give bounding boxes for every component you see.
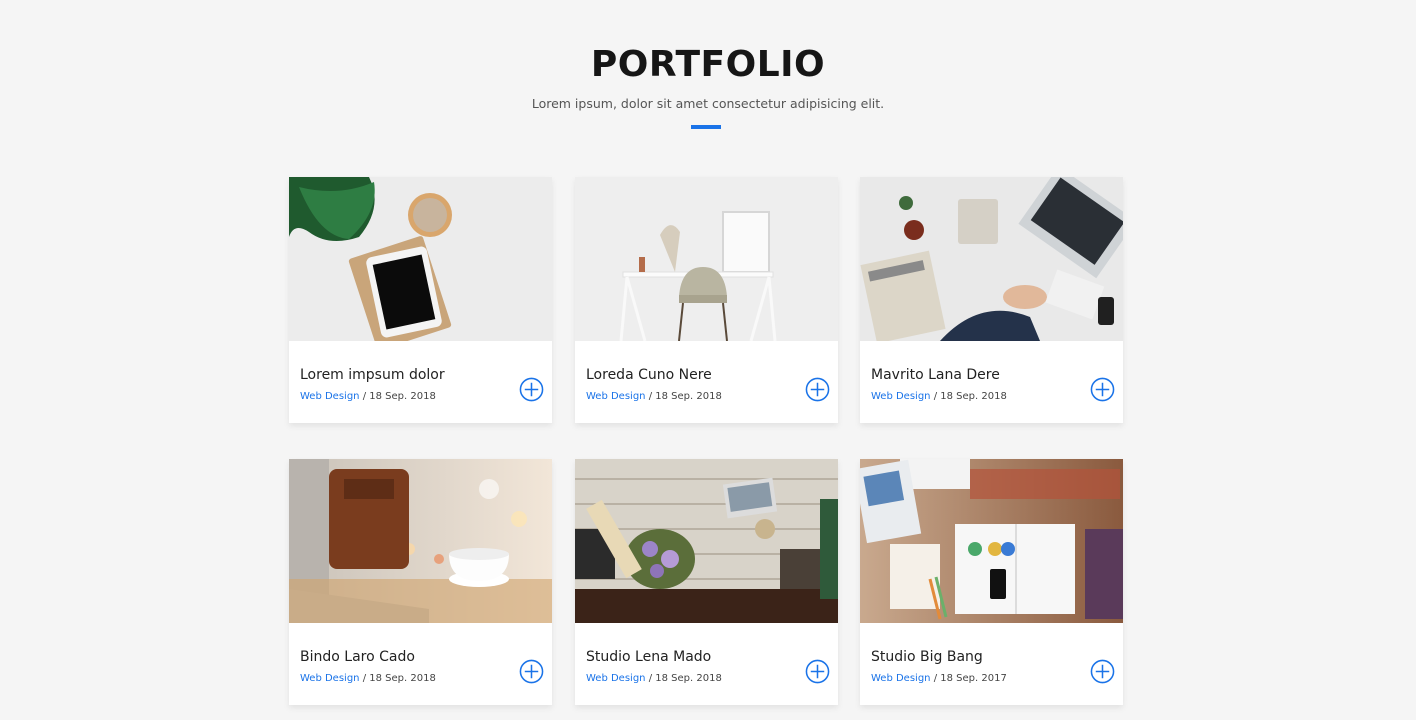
portfolio-card[interactable]: Mavrito Lana Dere Web Design / 18 Sep. 2…	[860, 177, 1123, 423]
portfolio-card[interactable]: Lorem impsum dolor Web Design / 18 Sep. …	[289, 177, 552, 423]
card-category-link[interactable]: Web Design	[871, 673, 931, 684]
portfolio-card[interactable]: Bindo Laro Cado Web Design / 18 Sep. 201…	[289, 459, 552, 705]
plus-circle-icon[interactable]	[519, 377, 544, 402]
white-desk-chair-image[interactable]	[575, 177, 838, 341]
meta-separator: /	[930, 673, 941, 684]
portfolio-card[interactable]: Studio Big Bang Web Design / 18 Sep. 201…	[860, 459, 1123, 705]
card-date: 18 Sep. 2017	[940, 673, 1007, 684]
meta-separator: /	[645, 391, 656, 402]
card-category-link[interactable]: Web Design	[871, 391, 931, 402]
plus-circle-icon[interactable]	[805, 659, 830, 684]
page-subtitle: Lorem ipsum, dolor sit amet consectetur …	[531, 96, 885, 111]
card-meta: Web Design / 18 Sep. 2018	[300, 391, 436, 402]
desk-plant-tablet-image[interactable]	[289, 177, 552, 341]
laptop-bag-coffee-image[interactable]	[289, 459, 552, 623]
design-books-phone-image[interactable]	[860, 459, 1123, 623]
card-meta: Web Design / 18 Sep. 2018	[871, 391, 1007, 402]
card-title[interactable]: Studio Big Bang	[871, 649, 983, 665]
card-category-link[interactable]: Web Design	[586, 673, 646, 684]
card-category-link[interactable]: Web Design	[300, 391, 360, 402]
card-title[interactable]: Bindo Laro Cado	[300, 649, 415, 665]
card-meta: Web Design / 18 Sep. 2017	[871, 673, 1007, 684]
card-date: 18 Sep. 2018	[369, 673, 436, 684]
portfolio-card[interactable]: Loreda Cuno Nere Web Design / 18 Sep. 20…	[575, 177, 838, 423]
card-title[interactable]: Mavrito Lana Dere	[871, 367, 1000, 383]
card-meta: Web Design / 18 Sep. 2018	[586, 673, 722, 684]
card-date: 18 Sep. 2018	[655, 673, 722, 684]
card-title[interactable]: Loreda Cuno Nere	[586, 367, 712, 383]
card-date: 18 Sep. 2018	[655, 391, 722, 402]
page-title: PORTFOLIO	[590, 44, 826, 85]
card-meta: Web Design / 18 Sep. 2018	[300, 673, 436, 684]
card-date: 18 Sep. 2018	[369, 391, 436, 402]
meta-separator: /	[359, 391, 370, 402]
title-underline	[691, 125, 721, 129]
business-desk-laptop-image[interactable]	[860, 177, 1123, 341]
card-date: 18 Sep. 2018	[940, 391, 1007, 402]
plus-circle-icon[interactable]	[1090, 659, 1115, 684]
portfolio-card[interactable]: Studio Lena Mado Web Design / 18 Sep. 20…	[575, 459, 838, 705]
card-title[interactable]: Studio Lena Mado	[586, 649, 711, 665]
meta-separator: /	[930, 391, 941, 402]
card-category-link[interactable]: Web Design	[300, 673, 360, 684]
meta-separator: /	[359, 673, 370, 684]
card-category-link[interactable]: Web Design	[586, 391, 646, 402]
meta-separator: /	[645, 673, 656, 684]
wood-table-flowers-image[interactable]	[575, 459, 838, 623]
plus-circle-icon[interactable]	[805, 377, 830, 402]
card-title[interactable]: Lorem impsum dolor	[300, 367, 445, 383]
plus-circle-icon[interactable]	[519, 659, 544, 684]
card-meta: Web Design / 18 Sep. 2018	[586, 391, 722, 402]
plus-circle-icon[interactable]	[1090, 377, 1115, 402]
